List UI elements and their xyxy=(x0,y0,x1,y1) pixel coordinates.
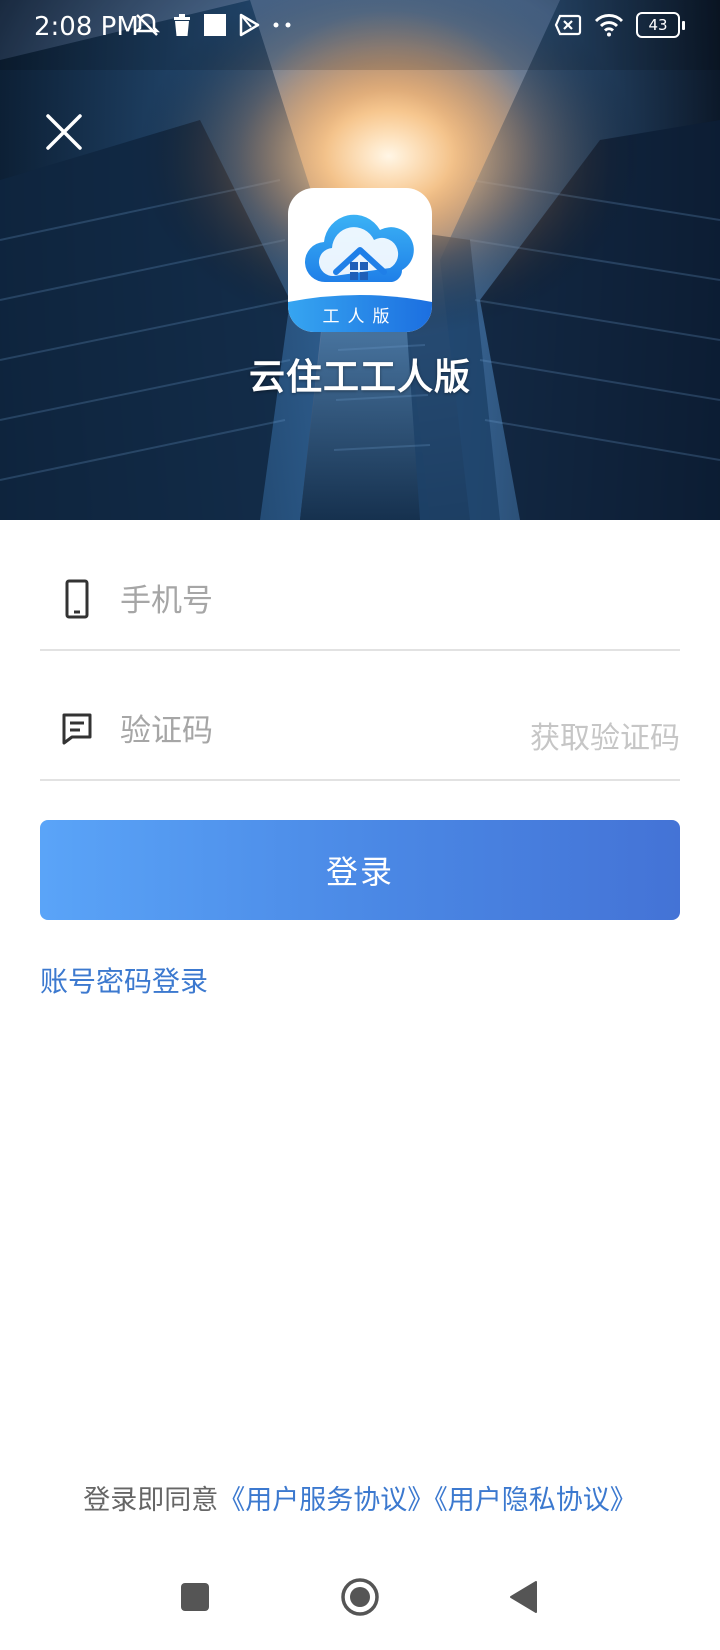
user-service-agreement-link[interactable]: 《用户服务协议》 xyxy=(218,1485,434,1516)
header-background-image: 2:08 PM 43 工人版 云住工工人版 xyxy=(0,0,720,520)
login-screen: 2:08 PM 43 工人版 云住工工人版 手机号 验证码 获取验证码 登录 账… xyxy=(0,0,720,1650)
status-left-icons xyxy=(134,12,292,38)
phone-icon xyxy=(65,579,89,619)
password-login-link[interactable]: 账号密码登录 xyxy=(40,960,208,1000)
wifi-icon xyxy=(594,14,624,37)
user-privacy-agreement-link[interactable]: 《用户隐私协议》 xyxy=(434,1485,637,1516)
phone-field xyxy=(40,565,680,651)
agreement-text: 登录即同意《用户服务协议》《用户隐私协议》 xyxy=(0,1478,720,1517)
home-icon[interactable] xyxy=(340,1577,380,1617)
trash-icon xyxy=(174,14,190,36)
verification-code-input[interactable] xyxy=(120,695,500,767)
logo-banner-text: 工人版 xyxy=(322,307,398,327)
get-code-button[interactable]: 获取验证码 xyxy=(530,713,680,757)
back-icon[interactable] xyxy=(508,1580,538,1614)
close-icon xyxy=(46,114,82,150)
status-bar: 2:08 PM 43 xyxy=(0,0,720,54)
agreement-prefix: 登录即同意 xyxy=(83,1485,219,1516)
battery-icon: 43 xyxy=(636,12,685,38)
app-logo: 工人版 xyxy=(288,188,432,332)
status-right-icons: 43 xyxy=(554,12,685,38)
recent-apps-icon[interactable] xyxy=(180,1582,210,1612)
mute-icon xyxy=(134,13,160,36)
play-store-icon xyxy=(239,13,260,37)
more-dots-icon xyxy=(273,22,291,28)
login-button[interactable]: 登录 xyxy=(40,820,680,920)
square-icon xyxy=(204,14,226,36)
verification-code-field: 获取验证码 xyxy=(40,695,680,781)
sim-off-icon xyxy=(554,14,582,36)
phone-input[interactable] xyxy=(120,565,500,637)
status-time: 2:08 PM xyxy=(34,12,139,42)
close-button[interactable] xyxy=(40,108,88,156)
navigation-bar xyxy=(0,1560,720,1650)
app-name: 云住工工人版 xyxy=(248,357,471,398)
message-icon xyxy=(62,713,92,745)
